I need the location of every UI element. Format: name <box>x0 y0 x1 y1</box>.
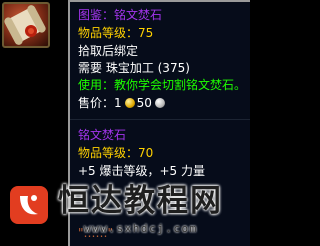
tooltip-separator <box>70 119 250 120</box>
price-label: 售价：1 <box>78 96 122 110</box>
item-icon-slot[interactable] <box>2 2 50 48</box>
tooltip-use-text: 使用：教你学会切割铭文焚石。 <box>78 78 247 92</box>
tooltip-item-level: 物品等级：75 <box>78 26 154 40</box>
crafted-item-level: 物品等级：70 <box>78 146 154 160</box>
scroll-recipe-icon <box>4 5 46 45</box>
tooltip-requirement: 需要 珠宝加工 (375) <box>78 61 190 75</box>
tooltip-price: 售价：1 50 <box>78 96 167 110</box>
game-screen: 图鉴：铭文焚石 物品等级：75 拾取后绑定 需要 珠宝加工 (375) 使用：教… <box>0 0 250 246</box>
crafted-item-name: 铭文焚石 <box>78 128 127 142</box>
price-silver: 50 <box>136 96 152 110</box>
tooltip-binding: 拾取后绑定 <box>78 44 139 58</box>
silver-coin-icon <box>154 98 165 108</box>
watermark-logo-icon <box>20 195 38 215</box>
crafted-item-stats: +5 爆击等级，+5 力量 <box>78 164 206 178</box>
gold-coin-icon <box>124 98 135 108</box>
watermark-url: www.sxhdcj.com <box>84 222 198 235</box>
tooltip-title: 图鉴：铭文焚石 <box>78 8 163 22</box>
watermark-logo <box>10 186 48 224</box>
watermark-title: 恒达教程网 <box>58 183 223 219</box>
